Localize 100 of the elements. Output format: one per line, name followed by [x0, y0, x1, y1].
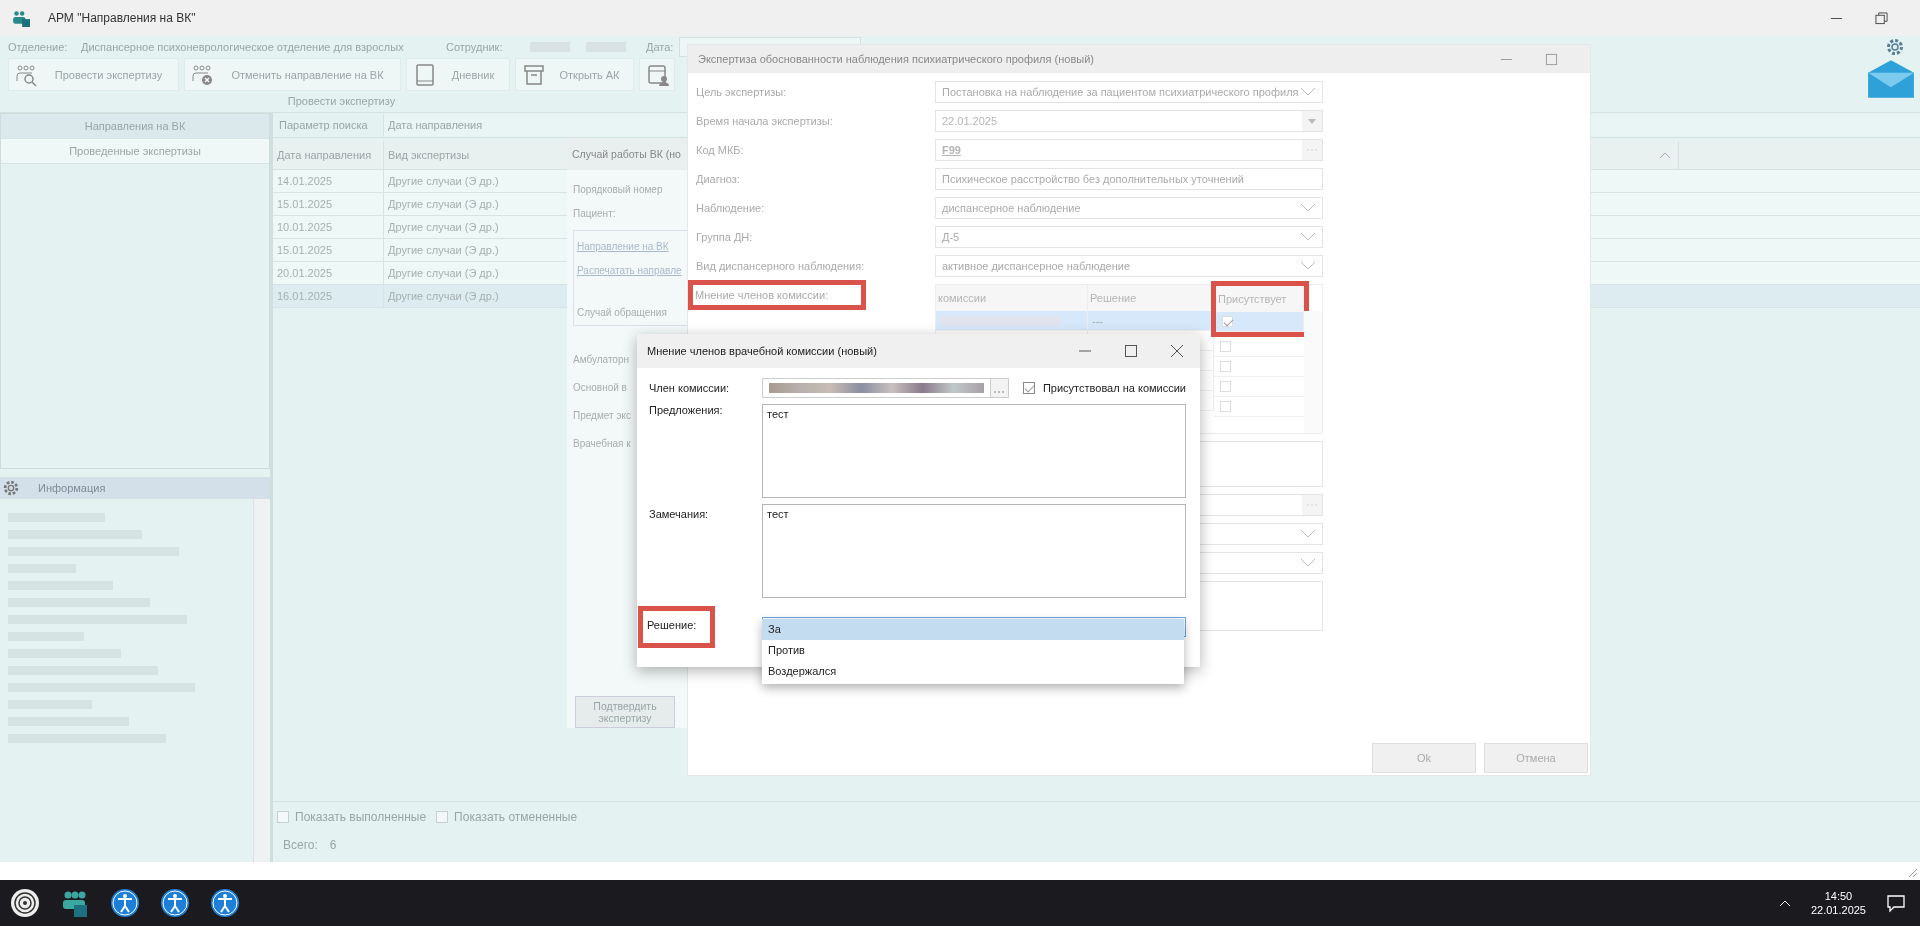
date-field[interactable]: 22.01.2025	[935, 110, 1323, 132]
table-cell[interactable]: ---	[1088, 311, 1214, 331]
toolbar-button[interactable]: Провести экспертизу	[8, 58, 179, 91]
date-label: Дата:	[646, 41, 675, 53]
restore-icon[interactable]	[1875, 11, 1888, 25]
dropdown-option[interactable]: Против	[762, 640, 1184, 661]
toolbar-button[interactable]: Отменить направление на ВК	[184, 58, 401, 91]
clock-date[interactable]: 22.01.2025	[1810, 904, 1866, 916]
checkbox-label[interactable]: Показать выполненные	[295, 810, 427, 824]
dropdown-field[interactable]: диспансерное наблюдение	[935, 197, 1323, 219]
dialog-title: Мнение членов врачебной комиссии (новый)	[647, 345, 878, 357]
field-label: Предложения:	[649, 404, 724, 416]
field-label: Вид диспансерного наблюдения:	[696, 259, 866, 274]
chevron-down-icon	[1300, 87, 1316, 97]
chevron-down-icon	[1300, 203, 1316, 213]
link[interactable]: Распечатать направле	[577, 259, 685, 283]
column-header[interactable]: Дата направления	[273, 141, 384, 169]
employee-label: Сотрудник:	[446, 41, 504, 53]
field-label: Группа ДН:	[696, 230, 754, 245]
column-header[interactable]: Решение	[1088, 285, 1214, 311]
resize-grip-icon[interactable]	[1908, 868, 1918, 878]
field-label: Диагноз:	[696, 172, 741, 187]
search-parameter-label: Параметр поиска	[278, 119, 369, 131]
scrollbar[interactable]	[253, 499, 270, 862]
sort-icon[interactable]	[1659, 151, 1671, 159]
toolbar-button[interactable]: Дневник	[406, 58, 510, 91]
app-icon	[12, 9, 30, 27]
person-card-icon	[646, 62, 670, 87]
dialog-button[interactable]: Ok	[1372, 743, 1476, 773]
window-title: АРМ "Направления на ВК"	[48, 11, 197, 25]
book-icon	[413, 62, 437, 87]
dropdown-option[interactable]: Воздержался	[762, 661, 1184, 682]
accessibility-icon[interactable]	[210, 888, 240, 918]
text-area[interactable]: тест	[762, 504, 1186, 598]
people-cancel-icon	[191, 62, 215, 87]
checkbox[interactable]	[436, 811, 449, 823]
field-label: Предмет экс	[573, 409, 631, 423]
dropdown-arrow-icon	[1308, 118, 1316, 124]
chevron-up-icon[interactable]	[1778, 899, 1791, 907]
field-label: Порядковый номер	[573, 183, 663, 197]
toolbar-button[interactable]: Открыть АК	[515, 58, 634, 91]
close-icon[interactable]	[1170, 344, 1184, 358]
envelope-icon[interactable]	[1866, 58, 1916, 100]
field-label: Время начала экспертизы:	[696, 114, 834, 129]
confirm-button[interactable]: Подтвердить экспертизу	[575, 696, 675, 728]
checkbox[interactable]	[277, 811, 289, 823]
field-label: Основной в	[573, 381, 627, 395]
chevron-down-icon	[1300, 261, 1316, 271]
lookup-field[interactable]: F99	[935, 139, 1323, 161]
dialog-button[interactable]: Отмена	[1484, 743, 1588, 773]
field-label: Решение:	[638, 606, 715, 648]
settings-icon[interactable]	[2, 479, 20, 497]
field-label: Наблюдение:	[696, 201, 766, 216]
chevron-down-icon	[1300, 529, 1316, 539]
checkbox[interactable]	[1022, 382, 1035, 394]
checkbox-label[interactable]: Присутствовал на комиссии	[1042, 382, 1186, 394]
people-search-icon	[15, 62, 39, 87]
scrollbar[interactable]	[1304, 311, 1322, 433]
maximize-icon[interactable]	[1124, 344, 1138, 358]
field-label: Пациент:	[573, 207, 616, 221]
notification-icon[interactable]	[1886, 893, 1906, 913]
field-label: Замечания:	[649, 507, 710, 520]
settings-icon[interactable]	[1885, 37, 1905, 57]
dropdown-field[interactable]: Постановка на наблюдение за пациентом психиатрического профиля	[935, 81, 1323, 103]
toolbar-button[interactable]	[639, 58, 675, 91]
dropdown-field[interactable]: Д-5	[935, 226, 1323, 248]
field-label: Амбулаторн	[573, 353, 629, 367]
field-label: Член комиссии:	[649, 382, 731, 394]
department-value: Диспансерное психоневрологическое отделение для взрослых	[81, 41, 405, 53]
field-label: Мнение членов комиссии:	[688, 280, 866, 310]
field-label: Цель экспертизы:	[696, 85, 788, 100]
panel-title: Информация	[38, 482, 106, 494]
accessibility-icon[interactable]	[160, 888, 190, 918]
text-field[interactable]: Психическое расстройство без дополнительных уточнений	[935, 168, 1323, 190]
toolbar-group-label: Провести экспертизу	[287, 95, 396, 107]
chevron-down-icon	[1300, 558, 1316, 568]
column-header[interactable]: Присутствует	[1216, 286, 1304, 312]
field-label: Врачебная к	[573, 437, 631, 451]
navigation-tab[interactable]: Проведенные экспертизы	[1, 139, 269, 164]
text-area[interactable]: тест	[762, 404, 1186, 498]
lookup-field[interactable]	[762, 378, 1009, 398]
navigation-tab[interactable]: Направления на ВК	[1, 114, 269, 139]
panel-title: Случай работы ВК (но	[567, 138, 688, 170]
chevron-down-icon	[1300, 232, 1316, 242]
archive-box-icon	[522, 62, 546, 87]
dropdown-field[interactable]: активное диспансерное наблюдение	[935, 255, 1323, 277]
link[interactable]: Направление на ВК	[577, 235, 685, 259]
total-value: 6	[329, 838, 337, 852]
accessibility-icon[interactable]	[110, 888, 140, 918]
department-label: Отделение:	[8, 41, 69, 53]
dropdown-option[interactable]: За	[762, 619, 1184, 640]
fingerprint-icon[interactable]	[10, 888, 40, 918]
field-label: Код МКБ:	[696, 143, 745, 158]
clock-time[interactable]: 14:50	[1824, 890, 1853, 902]
checkbox-label[interactable]: Показать отмененные	[454, 810, 578, 824]
column-header[interactable]: комиссии	[936, 285, 1088, 311]
table-cell[interactable]	[1216, 312, 1304, 332]
total-label: Всего:	[283, 838, 318, 852]
dialog-title: Экспертиза обоснованности наблюдения психиатрического профиля (новый)	[698, 53, 1095, 65]
field-label: Случай обращения	[577, 306, 667, 320]
